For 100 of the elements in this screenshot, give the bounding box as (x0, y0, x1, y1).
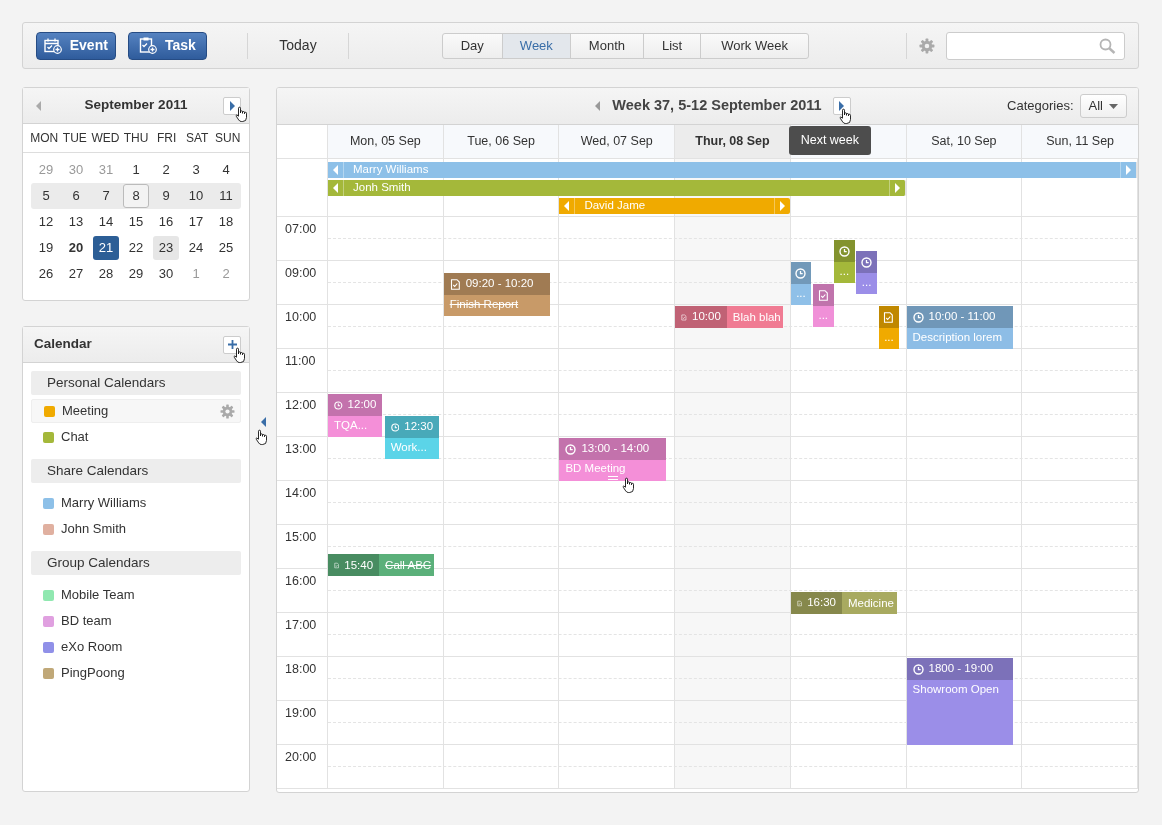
time-label: 14:00 (284, 485, 318, 502)
date-cell[interactable]: 11 (213, 184, 239, 208)
date-cell[interactable]: 25 (213, 236, 239, 260)
event-title: Finish Report (448, 297, 520, 312)
calendar-event[interactable]: 15:40 Call ABC (328, 554, 435, 577)
calendar-event[interactable]: 09:20 - 10:20 Finish Report (443, 273, 551, 316)
new-event-button[interactable]: Event (36, 31, 116, 60)
calendar-item[interactable]: Chat (61, 427, 89, 447)
weekday-label: FRI (155, 130, 178, 147)
day-header[interactable]: Wed, 07 Sep (559, 125, 676, 158)
calendar-event[interactable]: 1800 - 19:00 Showroom Open (906, 658, 1013, 745)
event-title: ... (860, 275, 873, 290)
date-cell[interactable]: 28 (93, 262, 119, 286)
date-cell[interactable]: 15 (123, 210, 149, 234)
calendar-item[interactable]: PingPoong (61, 663, 125, 683)
caret-right-icon[interactable] (778, 201, 786, 211)
calendar-group-header[interactable]: Group Calendars (31, 551, 241, 575)
day-header[interactable]: Sat, 10 Sep (906, 125, 1023, 158)
date-cell[interactable]: 1 (123, 158, 149, 182)
calendar-item[interactable]: Mobile Team (61, 585, 135, 605)
date-cell[interactable]: 3 (183, 158, 209, 182)
calendar-group-header[interactable]: Share Calendars (31, 459, 241, 483)
date-cell[interactable]: 22 (123, 236, 149, 260)
settings-icon[interactable] (220, 403, 235, 419)
clock-icon (912, 663, 924, 675)
date-cell[interactable]: 20 (63, 236, 89, 260)
time-label: 11:00 (284, 353, 317, 370)
event-title: Call ABC (384, 558, 433, 574)
calendar-item[interactable]: Meeting (31, 399, 241, 423)
day-header[interactable]: Thur, 08 Sep (675, 125, 791, 158)
previous-month-arrow[interactable] (35, 100, 42, 111)
category-dropdown[interactable]: All (1079, 94, 1127, 118)
date-cell[interactable]: 12 (33, 210, 59, 234)
date-cell[interactable]: 2 (153, 158, 179, 182)
calendar-name: Meeting (62, 402, 109, 421)
hand-cursor-icon (620, 477, 636, 494)
date-cell[interactable]: 8 (123, 184, 149, 208)
view-tab[interactable]: Month (569, 32, 644, 59)
date-cell[interactable]: 17 (183, 210, 209, 234)
calendar-item[interactable]: BD team (61, 611, 112, 631)
time-label: 15:00 (284, 529, 318, 546)
date-cell[interactable]: 29 (123, 262, 149, 286)
caret-left-icon[interactable] (332, 183, 339, 193)
calendar-item[interactable]: eXo Room (61, 637, 123, 657)
new-task-button[interactable]: Task (127, 31, 208, 60)
time-label: 10:00 (284, 309, 318, 326)
today-link[interactable]: Today (248, 35, 348, 56)
date-cell[interactable]: 30 (153, 262, 179, 286)
search-field[interactable] (945, 31, 1125, 60)
date-cell[interactable]: 5 (33, 184, 59, 208)
view-tab[interactable]: Work Week (700, 32, 809, 59)
day-header[interactable]: Tue, 06 Sep (443, 125, 560, 158)
calendar-group-header[interactable]: Personal Calendars (31, 371, 241, 395)
date-cell[interactable]: 7 (93, 184, 119, 208)
weekday-label: SAT (184, 130, 210, 147)
calendar-item[interactable]: Marry Williams (61, 493, 147, 513)
hand-cursor-icon (254, 429, 269, 446)
date-cell[interactable]: 6 (63, 184, 89, 208)
date-cell[interactable]: 21 (93, 236, 119, 260)
calendar-event[interactable]: 16:30 Medicine (790, 592, 898, 614)
calendar-event[interactable]: 10:00 Blah blah (675, 306, 783, 328)
date-cell[interactable]: 16 (153, 210, 179, 234)
clock-icon (838, 245, 850, 257)
date-cell[interactable]: 14 (93, 210, 119, 234)
caret-left-icon[interactable] (332, 165, 339, 175)
time-label: 07:00 (284, 221, 318, 238)
clock-icon (795, 267, 807, 279)
date-cell[interactable]: 27 (63, 262, 89, 286)
caret-right-icon[interactable] (893, 183, 901, 193)
time-label: 19:00 (284, 705, 318, 722)
day-header[interactable]: Sun, 11 Sep (1022, 125, 1138, 158)
calendar-item[interactable]: John Smith (61, 519, 127, 539)
date-cell[interactable]: 4 (213, 158, 239, 182)
next-week-button[interactable] (832, 97, 851, 115)
weekday-label: WED (90, 130, 121, 147)
view-tab[interactable]: Week (501, 32, 571, 59)
collapse-sidebar-arrow[interactable] (259, 417, 267, 427)
date-cell[interactable]: 23 (153, 236, 179, 260)
event-time: 09:20 - 10:20 (465, 276, 534, 292)
previous-week-arrow[interactable] (594, 101, 602, 111)
event-title: Showroom Open (911, 682, 1000, 697)
categories-label: Categories: (1007, 97, 1074, 116)
view-tab[interactable]: List (643, 32, 702, 59)
date-cell[interactable]: 18 (213, 210, 239, 234)
resize-handle-icon[interactable] (607, 476, 618, 480)
caret-left-icon[interactable] (563, 201, 571, 211)
event-time: 16:30 (807, 595, 836, 611)
date-cell[interactable]: 13 (63, 210, 89, 234)
settings-icon[interactable] (918, 37, 935, 54)
time-label: 12:00 (284, 397, 318, 414)
day-header[interactable]: Mon, 05 Sep (328, 125, 444, 158)
date-cell[interactable]: 24 (183, 236, 209, 260)
weekday-label: MON (29, 130, 60, 147)
date-cell[interactable]: 10 (183, 184, 209, 208)
date-cell[interactable]: 26 (33, 262, 59, 286)
date-cell[interactable]: 19 (33, 236, 59, 260)
view-tab[interactable]: Day (441, 32, 503, 59)
caret-right-icon[interactable] (1125, 165, 1132, 175)
date-cell[interactable]: 9 (153, 184, 179, 208)
task-icon (817, 289, 829, 301)
